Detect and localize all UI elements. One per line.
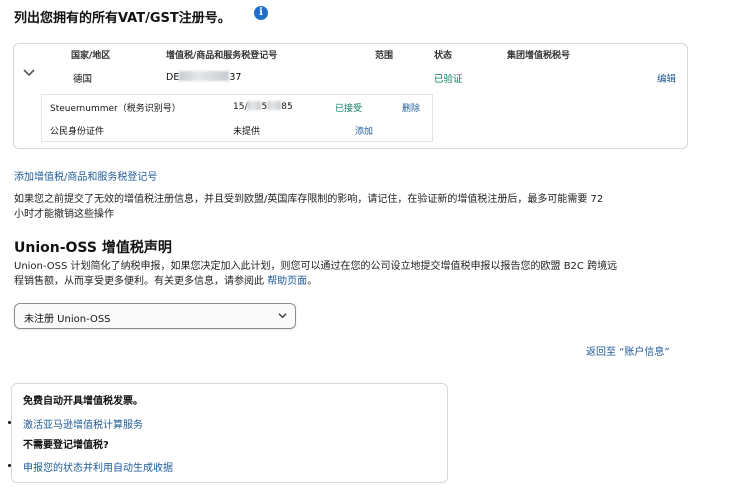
- add-link[interactable]: 添加: [355, 124, 373, 137]
- delete-link[interactable]: 删除: [402, 101, 420, 114]
- oss-description-line2: 程销售额，从而享受更多便利。有关更多信息，请参阅此 帮助页面。: [14, 276, 318, 287]
- list-bullet: [8, 421, 11, 424]
- help-page-link[interactable]: 帮助页面: [267, 276, 307, 287]
- redacted-mask: [179, 71, 230, 81]
- row-vat-number: DE 37: [166, 71, 242, 83]
- column-header-vat-number: 增值税/商品和服务税登记号: [166, 51, 278, 61]
- oss-heading: Union-OSS 增值税声明: [14, 240, 172, 256]
- auto-invoice-title: 免费自动开具增值税发票。: [23, 396, 143, 407]
- notice-text-line2: 小时才能撤销这些操作: [14, 209, 114, 220]
- status-verified: 已验证: [434, 74, 463, 85]
- no-vat-registration-title: 不需要登记增值税?: [23, 440, 109, 451]
- notice-text-line1: 如果您之前提交了无效的增值税注册信息，并且受到欧盟/英国库存限制的影响，请记住，…: [14, 194, 604, 205]
- chevron-down-icon[interactable]: [22, 66, 36, 80]
- subrow-value-id-document: 未提供: [233, 127, 261, 137]
- edit-link[interactable]: 编辑: [657, 71, 676, 85]
- activate-vat-service-link[interactable]: 激活亚马逊增值税计算服务: [23, 416, 143, 431]
- add-vat-number-link[interactable]: 添加增值税/商品和服务税登记号: [14, 168, 157, 183]
- redacted-mask: [267, 101, 282, 110]
- subrow-label-id-document: 公民身份证件: [50, 127, 105, 137]
- row-country: 德国: [73, 74, 93, 85]
- oss-status-select[interactable]: 未注册 Union-OSS: [14, 303, 296, 329]
- subrow-value-steuernummer: 15/5 85: [233, 101, 293, 112]
- list-bullet: [8, 464, 11, 467]
- status-accepted: 已接受: [335, 104, 363, 114]
- column-header-country: 国家/地区: [71, 51, 111, 61]
- declare-status-link[interactable]: 申报您的状态并利用自动生成收据: [23, 459, 173, 474]
- chevron-down-icon: [278, 313, 287, 319]
- column-header-scope: 范围: [375, 51, 394, 61]
- subrow-label-steuernummer: Steuernummer（税务识别号）: [50, 104, 181, 114]
- info-icon[interactable]: i: [254, 6, 268, 20]
- column-header-status: 状态: [434, 51, 453, 61]
- redacted-mask: [247, 101, 262, 110]
- oss-description-line1: Union-OSS 计划简化了纳税申报，如果您决定加入此计划，则您可以通过在您的…: [14, 261, 618, 272]
- page-title: 列出您拥有的所有VAT/GST注册号。: [14, 11, 231, 26]
- back-to-account-info-link[interactable]: 返回至 “账户信息”: [586, 343, 670, 358]
- oss-status-selected-value: 未注册 Union-OSS: [24, 314, 111, 325]
- column-header-group-vat: 集团增值税税号: [507, 51, 571, 61]
